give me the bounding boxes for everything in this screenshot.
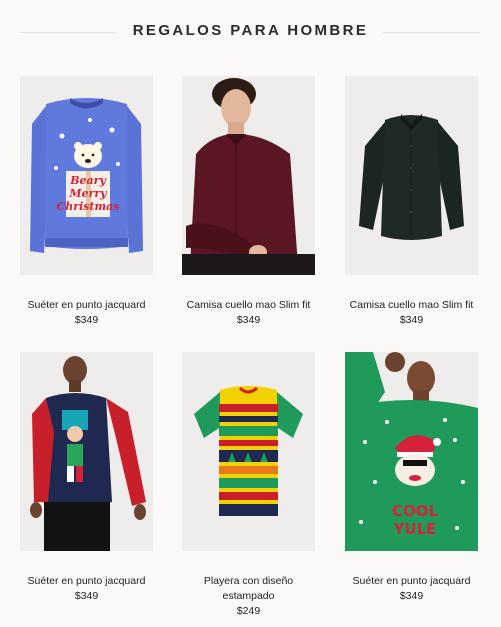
print-line: Merry [68, 187, 108, 200]
product-card[interactable]: Playera con diseño estampado $249 [182, 352, 315, 619]
product-price: $349 [236, 314, 261, 326]
product-price: $349 [399, 314, 424, 326]
product-name[interactable]: Suéter en punto jacquard [20, 298, 153, 313]
product-name[interactable]: Suéter en punto jacquard [345, 574, 478, 589]
sweater-illustration: Beary Merry Christmas [20, 76, 153, 275]
product-card[interactable]: Suéter en punto jacquard $349 [20, 352, 153, 604]
product-name[interactable]: Camisa cuello mao Slim fit [345, 298, 478, 313]
product-image[interactable] [182, 352, 315, 551]
print-line: YULE [393, 520, 437, 538]
product-price: $349 [74, 590, 99, 602]
product-image[interactable]: COOL YULE [345, 352, 478, 551]
product-name[interactable]: Suéter en punto jacquard [20, 574, 153, 589]
product-price: $349 [74, 314, 99, 326]
product-image[interactable] [182, 76, 315, 275]
header-rule-right [383, 32, 480, 33]
model-santa-sweater-illustration: COOL YULE [345, 352, 478, 551]
product-card[interactable]: COOL YULE Suéter en punto jacquard $349 [345, 352, 478, 604]
page: REGALOS PARA HOMBRE Beary Merry Christma… [0, 0, 501, 627]
product-price: $349 [399, 590, 424, 602]
product-image[interactable] [20, 352, 153, 551]
product-name[interactable]: Playera con diseño estampado [182, 574, 315, 604]
product-price: $249 [236, 605, 261, 617]
print-line: Christmas [57, 200, 120, 213]
shirt-illustration [345, 76, 478, 275]
product-image[interactable]: Beary Merry Christmas [20, 76, 153, 275]
model-sweater-illustration [20, 352, 153, 551]
print-line: Beary [69, 174, 107, 187]
product-name[interactable]: Camisa cuello mao Slim fit [182, 298, 315, 313]
tshirt-illustration [182, 352, 315, 551]
page-title: REGALOS PARA HOMBRE [132, 22, 369, 39]
product-card[interactable]: Beary Merry Christmas Suéter en punto ja… [20, 76, 153, 328]
product-image[interactable] [345, 76, 478, 275]
product-card[interactable]: Camisa cuello mao Slim fit $349 [182, 76, 315, 328]
print-line: COOL [392, 502, 439, 520]
section-header: REGALOS PARA HOMBRE [0, 18, 501, 46]
model-shirt-illustration [182, 76, 315, 275]
product-card[interactable]: Camisa cuello mao Slim fit $349 [345, 76, 478, 328]
